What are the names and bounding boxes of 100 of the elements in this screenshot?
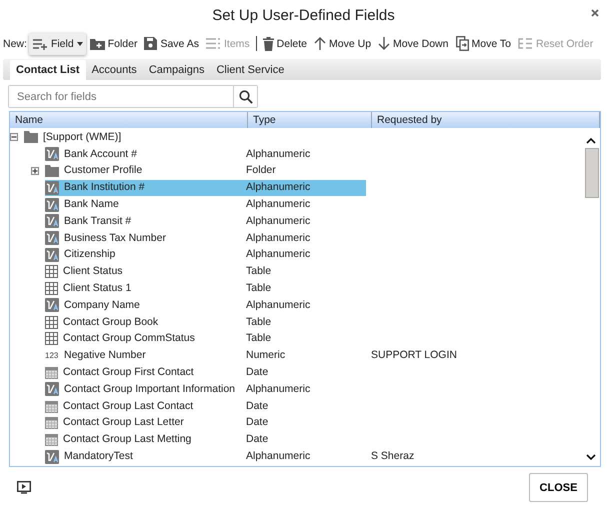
field-type: Alphanumeric [246,248,310,260]
scroll-up-icon[interactable] [586,138,596,144]
field-name: Bank Account # [64,148,137,161]
tree-row[interactable]: Contact Group Last Contact Date [45,398,366,414]
search-field[interactable]: Search for fields [8,85,258,108]
calendar-icon [45,416,58,430]
field-name: Client Status [63,265,123,278]
column-header[interactable]: Name [10,112,248,128]
toolbar-button[interactable]: Move Up [311,32,374,54]
grid-icon [45,332,58,346]
tree-row[interactable]: Contact Group Last Letter Date [45,414,366,431]
text-field-icon [45,450,59,464]
field-type: Table [246,316,272,328]
tree-row[interactable]: Client Status 1 Table [45,280,366,297]
tree-row[interactable]: Bank Institution # Alphanumeric [45,180,366,196]
tree-row[interactable]: Contact Group Last Metting Date [45,432,366,448]
tab[interactable]: Campaigns [142,60,210,80]
tree-row[interactable]: Client Status Table [45,264,366,280]
tree-row[interactable]: Customer Profile Folder [45,162,366,179]
new-folder-icon [90,38,105,50]
tree-row[interactable]: Bank Transit # Alphanumeric [45,213,366,230]
field-type: Alphanumeric [246,181,310,194]
folder-icon [45,164,59,177]
search-button[interactable] [233,86,257,107]
text-field-icon [45,248,59,262]
field-type: Alphanumeric [246,148,310,160]
field-name: Contact Group First Contact [63,366,194,380]
field-name: Contact Group Important Information [64,382,235,396]
field-name: [Support (WME)] [43,130,122,144]
field-name: Contact Group Last Metting [63,433,192,446]
tree-row[interactable]: Company Name Alphanumeric [45,297,366,314]
tree-row[interactable]: [Support (WME)] [24,129,366,146]
tree-row[interactable]: Contact Group Important Information Alphanumeric [45,381,366,398]
text-field-icon [45,382,59,396]
add-list-icon [32,38,48,50]
toolbar-button[interactable]: Field [28,32,86,54]
collapse-toggle[interactable] [10,133,18,142]
field-type: Alphanumeric [246,382,310,395]
grid-icon [45,316,58,329]
tab[interactable]: Accounts [86,60,143,80]
calendar-icon [45,433,58,446]
expand-toggle[interactable] [31,166,39,175]
field-name: Contact Group Last Letter [63,416,184,430]
tree-row[interactable]: 123 Negative Number Numeric [45,348,366,364]
save-icon [144,37,158,50]
field-name: Citizenship [64,248,116,262]
field-type: Table [246,265,272,278]
text-field-icon [45,147,59,162]
field-name: Bank Institution # [64,181,145,194]
field-type: Alphanumeric [246,214,310,227]
window-title: Set Up User-Defined Fields [212,6,395,24]
tree-row[interactable]: Contact Group CommStatus Table [45,330,366,347]
toolbar-button[interactable]: Folder [86,32,140,54]
tab[interactable]: Contact List [10,60,86,80]
field-type: Alphanumeric [246,232,310,244]
tree-row[interactable]: Bank Account # Alphanumeric [45,146,366,162]
tree-row[interactable]: MandatoryTest Alphanumeric [45,448,366,465]
calendar-icon [45,366,58,380]
scroll-down-icon[interactable] [586,454,596,460]
field-type: Alphanumeric [246,298,310,311]
field-name: Contact Group Last Contact [63,400,194,413]
scrollbar-thumb[interactable] [585,148,599,198]
text-field-icon [45,298,59,312]
tab[interactable]: Client Service [210,60,290,80]
field-name: MandatoryTest [64,450,133,464]
tree-row[interactable]: Citizenship Alphanumeric [45,246,366,263]
requested-by: S Sheraz [371,450,414,462]
play-screen-icon[interactable] [17,481,31,494]
field-type: Date [246,433,268,446]
arrow-down-icon [378,37,390,50]
toolbar-button[interactable]: Save As [141,32,202,54]
field-name: Company Name [64,298,140,312]
arrow-up-icon [314,37,326,50]
tree-row[interactable]: Bank Name Alphanumeric [45,196,366,213]
move-to-icon [456,36,468,51]
trash-icon [262,36,274,50]
tree-row[interactable]: Contact Group Book Table [45,314,366,330]
field-name: Negative Number [64,349,146,362]
grid-icon [45,282,58,296]
tree-row[interactable]: Contact Group First Contact Date [45,364,366,381]
field-type: Table [246,332,272,344]
field-type: Alphanumeric [246,198,310,210]
calendar-icon [45,400,58,413]
field-type: Folder [246,164,276,176]
toolbar-button[interactable]: Delete [260,32,310,54]
toolbar-button[interactable]: Move Down [375,32,452,54]
column-header[interactable]: Requested by [372,112,600,128]
field-name: Business Tax Number [64,232,166,245]
text-field-icon [45,180,59,195]
field-name: Contact Group CommStatus [63,332,195,346]
field-name: Contact Group Book [63,316,158,329]
close-icon[interactable] [591,9,599,17]
grid-icon [45,265,58,278]
tree-row[interactable]: Business Tax Number Alphanumeric [45,230,366,246]
field-type: Numeric [246,349,286,362]
field-type: Table [246,282,272,294]
minus-icon [11,134,17,140]
close-button[interactable]: CLOSE [529,473,588,502]
toolbar-button[interactable]: Move To [452,32,514,54]
column-header[interactable]: Type [248,112,372,128]
